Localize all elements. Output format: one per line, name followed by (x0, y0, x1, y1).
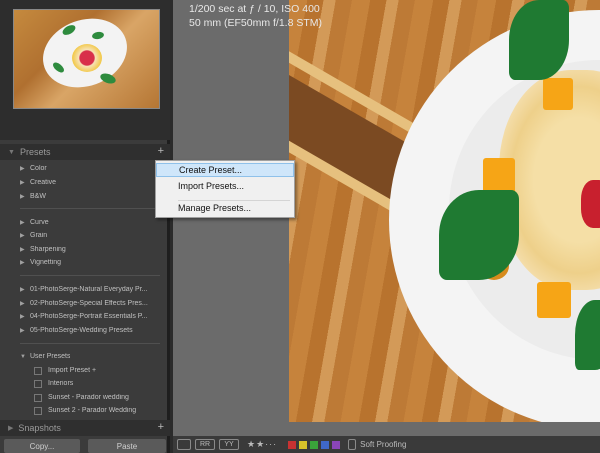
preset-icon (34, 406, 42, 415)
survey-view-icon[interactable]: YY (219, 439, 239, 450)
exif-info-overlay: 1/200 sec at ƒ / 10, ISO 400 50 mm (EF50… (189, 2, 322, 30)
left-panel: ▼ Presets + ▶ Color ▶ Creative ▶ B&W ▶ Curve… (0, 0, 170, 453)
exif-lens: 50 mm (EF50mm f/1.8 STM) (189, 17, 323, 29)
disclosure-triangle-icon[interactable]: ▼ (8, 149, 15, 156)
preset-group-creative[interactable]: ▶ Creative (0, 176, 167, 189)
loupe-view[interactable]: 1/200 sec at ƒ / 10, ISO 400 50 mm (EF50… (173, 0, 600, 436)
user-preset-item[interactable]: Sunset 2 - Parador Wedding (0, 404, 167, 417)
preset-icon (34, 366, 42, 375)
divider (20, 208, 160, 209)
preset-group-photoserge-02[interactable]: ▶ 02-PhotoSerge-Special Effects Pres... (0, 297, 167, 310)
preset-group-photoserge-04[interactable]: ▶ 04-PhotoSerge-Portrait Essentials P... (0, 310, 167, 323)
user-preset-item[interactable]: Import Preset + (0, 364, 167, 377)
snapshots-panel-header[interactable]: ▶ Snapshots + (0, 420, 170, 436)
user-preset-item[interactable]: Interiors (0, 377, 167, 390)
preset-group-photoserge-01[interactable]: ▶ 01-PhotoSerge-Natural Everyday Pr... (0, 283, 167, 296)
preset-group-photoserge-05[interactable]: ▶ 05-PhotoSerge-Wedding Presets (0, 324, 167, 337)
preset-group-color[interactable]: ▶ Color (0, 162, 167, 175)
presets-panel-header[interactable]: ▼ Presets + (0, 144, 170, 160)
preset-group-user-presets[interactable]: ▼ User Presets (0, 350, 167, 363)
loupe-view-icon[interactable] (177, 439, 191, 450)
color-label-swatch[interactable] (310, 440, 319, 449)
preset-group-sharpening[interactable]: ▶ Sharpening (0, 243, 167, 256)
paste-button[interactable]: Paste (88, 439, 166, 453)
color-labels (285, 440, 341, 449)
preset-group-vignetting[interactable]: ▶ Vignetting (0, 256, 167, 269)
divider (20, 343, 160, 344)
exif-exposure: 1/200 sec at ƒ / 10, ISO 400 (189, 3, 320, 15)
bottom-toolbar: RR YY ★★··· Soft Proofing (173, 436, 600, 453)
preset-group-curve[interactable]: ▶ Curve (0, 216, 167, 229)
soft-proofing-label: Soft Proofing (360, 440, 407, 449)
create-preset-menu-item[interactable]: Create Preset... (156, 163, 294, 177)
user-preset-item[interactable]: Sunset - Parador wedding (0, 391, 167, 404)
plus-icon[interactable]: + (158, 421, 164, 433)
soft-proofing-checkbox[interactable] (348, 439, 357, 450)
copy-paste-bar: Copy... Paste (0, 437, 170, 453)
disclosure-triangle-icon[interactable]: ▶ (8, 424, 13, 432)
presets-context-menu: Create Preset... Import Presets... Manag… (155, 160, 295, 218)
import-presets-menu-item[interactable]: Import Presets... (156, 179, 294, 193)
preset-group-grain[interactable]: ▶ Grain (0, 229, 167, 242)
preset-icon (34, 393, 42, 402)
color-label-swatch[interactable] (321, 440, 330, 449)
color-label-swatch[interactable] (299, 440, 308, 449)
divider (20, 275, 160, 276)
compare-view-icon[interactable]: RR (195, 439, 215, 450)
manage-presets-menu-item[interactable]: Manage Presets... (156, 201, 294, 215)
navigator-panel (0, 0, 170, 140)
star-rating[interactable]: ★★··· (247, 439, 277, 450)
photo-preview[interactable] (289, 0, 600, 422)
color-label-swatch[interactable] (288, 440, 297, 449)
snapshots-title: Snapshots (18, 423, 61, 433)
copy-button[interactable]: Copy... (4, 439, 80, 453)
color-label-swatch[interactable] (332, 440, 341, 449)
navigator-thumbnail[interactable] (13, 9, 160, 109)
plus-icon[interactable]: + (158, 145, 164, 157)
presets-title: Presets (19, 147, 51, 157)
preset-icon (34, 379, 42, 388)
preset-group-bw[interactable]: ▶ B&W (0, 190, 167, 203)
